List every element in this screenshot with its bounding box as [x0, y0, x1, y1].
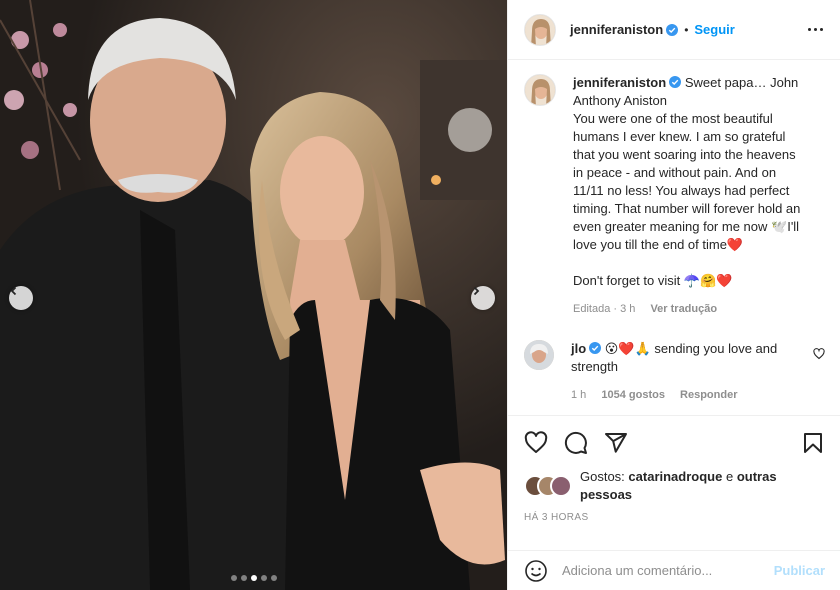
action-icons [524, 430, 825, 456]
post-photo[interactable] [0, 0, 507, 590]
dove-emoji-icon: 🕊️ [771, 219, 788, 234]
ellipsis-icon-dot [819, 28, 823, 31]
umbrella-emoji-icon: ☂️ [683, 273, 701, 288]
comments-list[interactable]: jenniferaniston Sweet papa… John Anthony… [508, 60, 840, 415]
caption-row: jenniferaniston Sweet papa… John Anthony… [524, 74, 825, 318]
liker-avatar [550, 475, 572, 497]
comment-meta: 1 h 1054 gostos Responder [571, 386, 793, 404]
verified-icon [589, 342, 602, 354]
chevron-right-icon [473, 286, 480, 296]
verified-icon [666, 23, 679, 36]
verified-icon [669, 76, 682, 88]
caption-meta: Editada · 3 h Ver tradução [573, 300, 808, 318]
ellipsis-icon [807, 28, 811, 31]
more-options-button[interactable] [803, 28, 827, 31]
comment-emojis: 😮❤️🙏 [604, 341, 651, 356]
carousel-prev-button[interactable] [9, 286, 33, 310]
red-heart-emoji-icon: ❤️ [716, 273, 733, 288]
header-separator: • [684, 22, 689, 37]
photo-illustration [0, 0, 507, 590]
caption-avatar[interactable] [524, 74, 556, 106]
likes-and: e [725, 469, 734, 484]
likes-summary: Gostos: catarinadroque e outras pessoas [524, 468, 825, 504]
edited-label: Editada · 3 h [573, 303, 636, 315]
header-username[interactable]: jenniferaniston [570, 22, 663, 37]
comment-time: 1 h [571, 389, 587, 401]
carousel-dot [260, 575, 267, 581]
caption-body: jenniferaniston Sweet papa… John Anthony… [573, 74, 808, 318]
save-button[interactable] [801, 431, 825, 455]
smiling-emoji-icon: 🤗 [700, 273, 717, 288]
carousel-next-button[interactable] [471, 286, 495, 310]
comment-username[interactable]: jlo [571, 341, 586, 356]
bookmark-icon [804, 433, 822, 453]
carousel-dot [270, 575, 277, 581]
comment-row: jlo 😮❤️🙏 sending you love and strength 1… [524, 340, 825, 404]
avatar[interactable] [524, 13, 556, 46]
share-icon [605, 433, 627, 453]
smiley-icon[interactable] [524, 559, 548, 583]
liker-avatars[interactable] [524, 475, 574, 497]
post-header: jenniferaniston • Seguir [508, 0, 840, 60]
comment-avatar[interactable] [524, 340, 554, 370]
red-heart-emoji-icon: ❤️ [726, 237, 744, 252]
comment-body: jlo 😮❤️🙏 sending you love and strength 1… [571, 340, 793, 404]
likes-text: Gostos: catarinadroque e outras pessoas [580, 468, 825, 504]
post-actions: Gostos: catarinadroque e outras pessoas … [508, 415, 840, 523]
like-button[interactable] [524, 431, 548, 455]
comment-icon [564, 431, 587, 454]
avatar-image [525, 75, 555, 105]
heart-icon [524, 431, 548, 453]
caption-username[interactable]: jenniferaniston [573, 75, 666, 90]
comment-button[interactable] [564, 431, 588, 455]
likes-prefix: Gostos: [580, 469, 625, 484]
post-sidebar: jenniferaniston • Seguir jenniferaniston… [507, 0, 840, 590]
post-time-ago[interactable]: HÁ 3 HORAS [524, 512, 825, 523]
ellipsis-icon-dot [813, 28, 817, 31]
publish-button[interactable]: Publicar [774, 563, 825, 578]
avatar-image [524, 340, 554, 370]
carousel-dot [240, 575, 247, 581]
caption-text: Sweet papa… John Anthony Aniston You wer… [573, 75, 801, 234]
comment-likes[interactable]: 1054 gostos [601, 389, 665, 401]
carousel-dots [0, 575, 507, 581]
comment-like-heart-icon[interactable] [813, 348, 825, 360]
follow-button[interactable]: Seguir [694, 22, 734, 37]
see-translation-link[interactable]: Ver tradução [650, 303, 717, 315]
avatar-image [525, 14, 555, 45]
likes-user-link[interactable]: catarinadroque [628, 469, 722, 484]
carousel-dot [230, 575, 237, 581]
carousel-dot [250, 575, 257, 581]
caption-text-last: Don't forget to visit [573, 273, 681, 288]
comment-input[interactable] [562, 563, 752, 578]
reply-button[interactable]: Responder [680, 389, 737, 401]
chevron-left-icon [10, 286, 17, 296]
comment-text: sending you love and strength [571, 341, 778, 374]
share-button[interactable] [604, 431, 628, 455]
add-comment-bar: Publicar [508, 550, 840, 590]
